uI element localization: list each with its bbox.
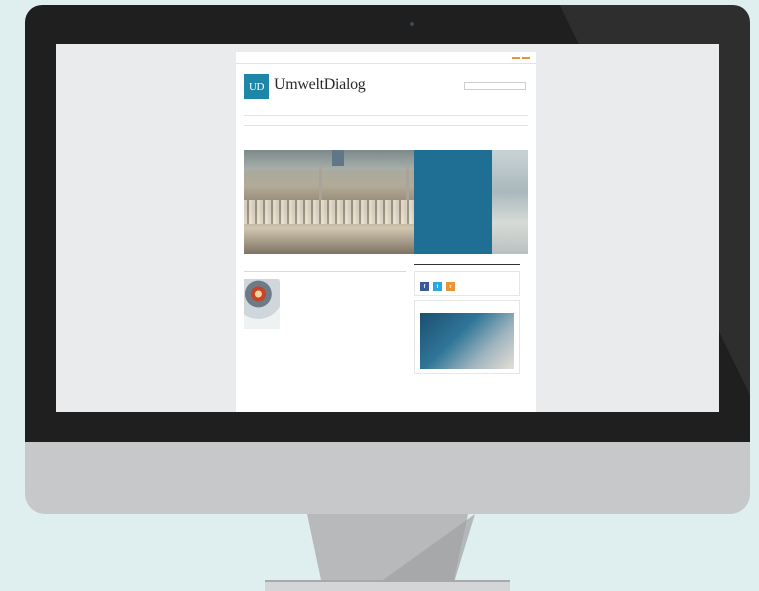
site-name[interactable]: UmweltDialog [274,76,366,94]
article-teaser[interactable] [244,277,406,337]
main-navigation [244,115,528,126]
article-thumbnail[interactable] [244,279,280,329]
hero-next-slide[interactable] [492,150,528,254]
search-input[interactable] [464,82,526,90]
monitor-screen: UD UmweltDialog f t r [56,44,719,412]
ad-image[interactable] [420,313,514,369]
follow-block: f t r [414,271,520,296]
hero-teaser[interactable] [244,150,528,254]
hero-text-panel[interactable] [414,150,492,254]
logo-mark[interactable]: UD [244,74,269,99]
hero-image[interactable] [244,150,414,254]
hero-image-gate [332,150,344,166]
rss-icon[interactable]: r [446,282,455,291]
monitor-chin [25,442,750,514]
camera-icon [410,22,414,26]
hero-image-water [244,200,414,224]
stand-foot [265,580,510,591]
website-page: UD UmweltDialog f t r [236,52,536,412]
top-bar-button-2[interactable] [522,56,530,59]
twitter-icon[interactable]: t [433,282,442,291]
site-header: UD UmweltDialog [244,74,528,104]
sidebar-divider [414,264,520,265]
section-header [244,264,406,272]
ad-block [414,300,520,374]
top-bar-button-1[interactable] [512,56,520,59]
social-links: f t r [420,282,514,291]
main-column [244,264,406,341]
top-bar [236,52,536,64]
sidebar: f t r [414,264,520,378]
facebook-icon[interactable]: f [420,282,429,291]
sub-navigation [244,129,528,138]
